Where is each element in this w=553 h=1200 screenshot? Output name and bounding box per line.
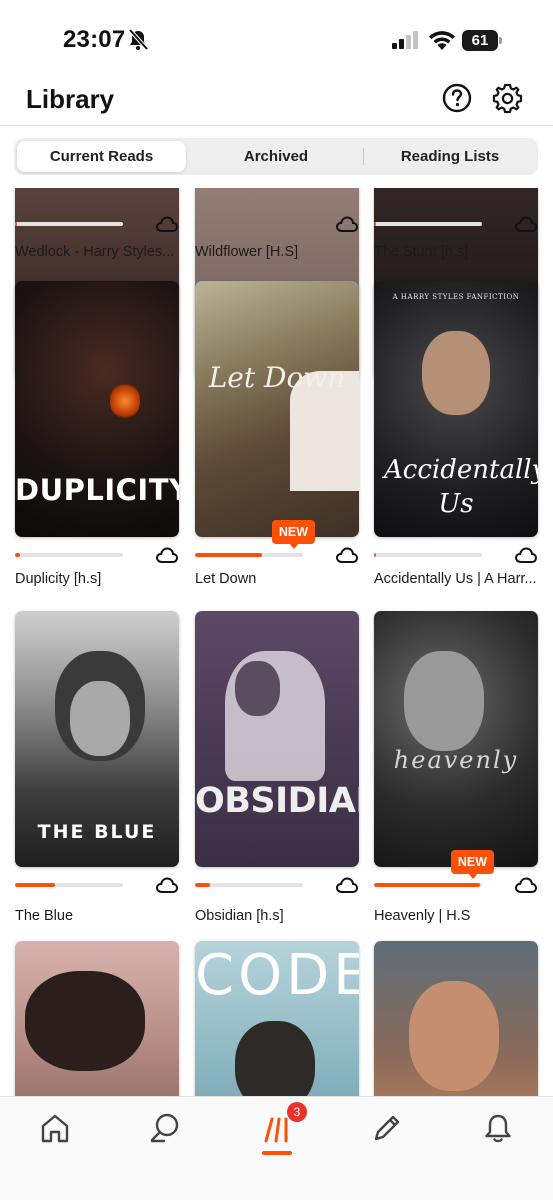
book-the-blue[interactable]: THE BLUE The Blue [15,611,179,931]
book-let-down[interactable]: Let Down NEW Let Down [195,281,359,601]
book-wildflower[interactable]: Wildflower [H.S] [195,188,361,379]
gear-icon[interactable] [492,83,523,114]
progress-bar [374,553,482,557]
progress-fill [15,553,21,557]
bell-off-icon [128,29,148,51]
cover-title: heavenly [393,746,519,774]
status-time: 23:07 [63,26,126,53]
book-code[interactable]: CODE [195,941,359,1096]
progress-bar [195,883,303,887]
cloud-icon[interactable] [515,547,537,563]
cloud-icon[interactable] [156,877,178,893]
progress-bar [374,883,482,887]
book-title[interactable]: Accidentally Us | A Harr... [374,571,540,587]
book-accidentally-us[interactable]: A HARRY STYLES FANFICTION Accidentally U… [374,281,538,601]
page-title: Library [26,84,115,114]
progress-bar [15,883,123,887]
book-row4-3[interactable] [374,941,538,1096]
book-the-stunt[interactable]: The Stunt [h.s] [374,188,540,379]
cloud-icon[interactable] [515,877,537,893]
cover-subtitle: A HARRY STYLES FANFICTION [392,293,520,301]
progress-fill [195,883,211,887]
cloud-icon[interactable] [336,877,358,893]
search-icon[interactable] [148,1111,182,1145]
progress-bar [15,222,123,226]
help-icon[interactable] [442,83,472,113]
cover-title: CODE [195,943,359,1008]
cover-title: THE BLUE [37,821,157,843]
new-badge: NEW [272,520,315,549]
progress-fill [15,222,18,226]
cover-title: Let Down [208,361,346,394]
cover-title: OBSIDIAN [195,781,359,821]
cloud-icon[interactable] [515,216,537,232]
book-duplicity[interactable]: DUPLICITY Duplicity [h.s] [15,281,179,601]
home-icon[interactable] [38,1111,72,1145]
status-bar: 23:07 61 [0,0,553,80]
book-title[interactable]: Wedlock - Harry Styles... [15,244,181,260]
progress-fill [374,883,480,887]
book-cover[interactable]: OBSIDIAN [195,611,359,867]
notifications-icon[interactable] [481,1111,515,1145]
cover-title: Accidentally Us [384,455,538,519]
tab-current-reads[interactable]: Current Reads [17,141,186,172]
battery-level: 61 [462,30,498,51]
book-cover[interactable]: CODE [195,941,359,1096]
wifi-icon [429,31,455,50]
book-title[interactable]: Let Down [195,571,361,587]
book-title[interactable]: Wildflower [H.S] [195,244,361,260]
book-cover[interactable]: Let Down [195,281,359,537]
bottom-nav: 3 [0,1096,553,1200]
book-cover[interactable] [374,941,538,1096]
cellular-signal-icon [392,31,418,49]
book-heavenly[interactable]: heavenly NEW Heavenly | H.S [374,611,538,931]
progress-fill [195,553,262,557]
book-wedlock[interactable]: Wedlock - Harry Styles... [15,188,181,379]
tab-reading-lists[interactable]: Reading Lists [364,141,536,172]
book-title[interactable]: The Blue [15,908,181,924]
book-cover[interactable]: THE BLUE [15,611,179,867]
cloud-icon[interactable] [156,547,178,563]
progress-fill [374,553,377,557]
book-cover[interactable] [15,941,179,1096]
book-cover[interactable]: DUPLICITY [15,281,179,537]
library-tabs: Current Reads Archived Reading Lists [14,138,538,175]
progress-fill [15,883,55,887]
book-title[interactable]: Heavenly | H.S [374,908,540,924]
cloud-icon[interactable] [336,547,358,563]
library-notification-badge: 3 [287,1102,307,1122]
progress-bar [15,553,123,557]
progress-bar [195,553,303,557]
book-obsidian[interactable]: OBSIDIAN Obsidian [h.s] [195,611,359,931]
cover-title: DUPLICITY [15,473,179,507]
book-cover[interactable]: A HARRY STYLES FANFICTION Accidentally U… [374,281,538,537]
book-title[interactable]: Obsidian [h.s] [195,908,361,924]
new-badge: NEW [451,850,494,879]
battery-icon: 61 [462,30,502,51]
book-row4-1[interactable] [15,941,179,1096]
book-grid[interactable]: Wedlock - Harry Styles... Wildflower [H.… [0,188,553,1096]
progress-bar [374,222,482,226]
progress-fill [374,222,377,226]
book-cover[interactable]: heavenly [374,611,538,867]
cloud-icon[interactable] [156,216,178,232]
library-header: Library [0,80,553,126]
book-title[interactable]: Duplicity [h.s] [15,571,181,587]
cloud-icon[interactable] [336,216,358,232]
pencil-icon[interactable] [370,1111,404,1145]
tab-archived[interactable]: Archived [190,141,362,172]
active-tab-indicator [262,1151,292,1155]
book-title[interactable]: The Stunt [h.s] [374,244,540,260]
